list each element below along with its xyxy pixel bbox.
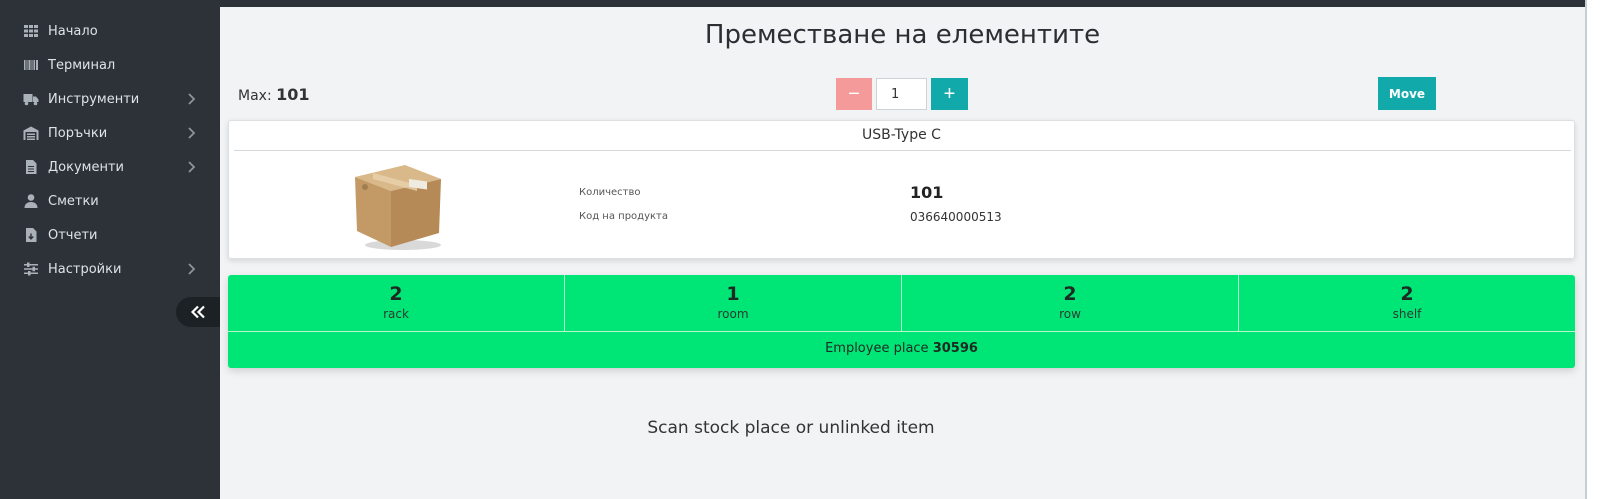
location-value: 1 (726, 283, 740, 305)
sliders-icon (23, 261, 39, 277)
double-chevron-left-icon (190, 305, 205, 319)
sidebar-item-orders[interactable]: Поръчки (0, 116, 220, 150)
barcode-icon (23, 57, 39, 73)
location-shelf: 2 shelf (1239, 275, 1575, 331)
cardboard-box-icon (355, 165, 441, 250)
sidebar-item-label: Поръчки (48, 125, 108, 141)
chevron-right-icon (188, 93, 196, 105)
sidebar-item-documents[interactable]: Документи (0, 150, 220, 184)
product-name: USB-Type C (862, 127, 941, 143)
sidebar-item-accounts[interactable]: Сметки (0, 184, 220, 218)
product-card: USB-Type C Количество Код на продукта 10… (228, 120, 1575, 259)
scrollbar-track[interactable] (1585, 0, 1600, 499)
sidebar-item-label: Сметки (48, 193, 99, 209)
sidebar-item-label: Терминал (48, 57, 116, 73)
sidebar: Начало Терминал Инструменти Поръчки Доку… (0, 0, 220, 499)
chevron-right-icon (188, 161, 196, 173)
sidebar-item-tools[interactable]: Инструменти (0, 82, 220, 116)
location-value: 2 (1063, 283, 1077, 305)
location-panel: 2 rack 1 room 2 row 2 shelf Employee pla… (228, 275, 1575, 368)
product-code-value: 036640000513 (910, 210, 1002, 224)
location-caption: row (1059, 307, 1081, 321)
truck-icon (23, 91, 39, 107)
sidebar-item-settings[interactable]: Настройки (0, 252, 220, 286)
sidebar-item-home[interactable]: Начало (0, 14, 220, 48)
max-label: Max: (238, 88, 272, 104)
document-icon (23, 159, 39, 175)
sidebar-item-label: Начало (48, 23, 98, 39)
scan-message: Scan stock place or unlinked item (647, 418, 935, 438)
sidebar-collapse-button[interactable] (176, 297, 220, 327)
chevron-right-icon (188, 127, 196, 139)
employee-place-value: 30596 (932, 341, 978, 356)
location-caption: shelf (1392, 307, 1422, 321)
grid-icon (23, 23, 39, 39)
sidebar-item-label: Настройки (48, 261, 122, 277)
top-bar (220, 0, 1585, 7)
max-quantity: Max: 101 (238, 85, 310, 104)
report-download-icon (23, 227, 39, 243)
sidebar-item-label: Отчети (48, 227, 98, 243)
location-caption: room (717, 307, 749, 321)
sidebar-item-label: Документи (48, 159, 124, 175)
location-caption: rack (383, 307, 409, 321)
location-value: 2 (389, 283, 403, 305)
divider (228, 331, 1575, 332)
sidebar-item-terminal[interactable]: Терминал (0, 48, 220, 82)
quantity-value: 101 (910, 183, 944, 202)
quantity-input[interactable] (876, 78, 927, 110)
product-code-label: Код на продукта (579, 211, 668, 222)
move-button[interactable]: Move (1378, 77, 1436, 110)
divider (234, 150, 1571, 151)
location-row: 2 row (902, 275, 1238, 331)
sidebar-item-label: Инструменти (48, 91, 140, 107)
page-title: Преместване на елементите (704, 20, 1101, 50)
chevron-right-icon (188, 263, 196, 275)
sidebar-item-reports[interactable]: Отчети (0, 218, 220, 252)
employee-place-label: Employee place (825, 341, 929, 356)
location-room: 1 room (565, 275, 901, 331)
location-value: 2 (1400, 283, 1414, 305)
decrease-button[interactable]: − (836, 78, 872, 110)
warehouse-icon (23, 125, 39, 141)
location-rack: 2 rack (228, 275, 564, 331)
employee-place: Employee place 30596 (228, 341, 1575, 356)
max-value: 101 (276, 85, 310, 104)
quantity-label: Количество (579, 187, 641, 198)
increase-button[interactable]: + (931, 78, 968, 110)
user-icon (23, 193, 39, 209)
